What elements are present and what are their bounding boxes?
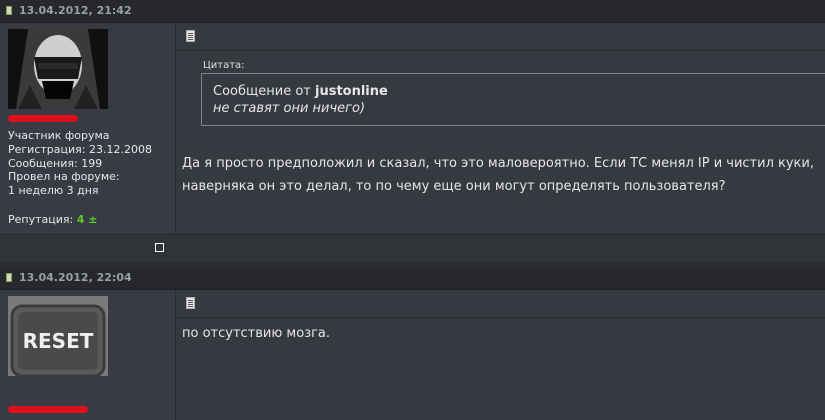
post-status-icon [6, 6, 12, 15]
post-header: 13.04.2012, 22:04 [0, 267, 825, 290]
post-header: 13.04.2012, 21:42 [0, 0, 825, 23]
user-details: Участник форума Регистрация: 23.12.2008 … [8, 129, 152, 198]
post-date: 13.04.2012, 22:04 [19, 271, 132, 284]
user-avatar[interactable]: RESET [8, 296, 108, 376]
quote-label: Цитата: [203, 60, 245, 71]
user-registration: Регистрация: 23.12.2008 [8, 142, 152, 156]
redacted-username [8, 406, 88, 413]
user-role: Участник форума [8, 129, 110, 142]
select-post-checkbox[interactable] [155, 243, 164, 252]
reputation-value[interactable]: 4 ± [77, 213, 98, 226]
avatar-text: RESET [23, 329, 94, 353]
post-text-line: Да я просто предположил и сказал, что эт… [182, 156, 814, 171]
post-icon [186, 297, 195, 309]
quote-author[interactable]: justonline [315, 84, 388, 99]
post-text-line: по отсутствию мозга. [182, 326, 331, 341]
post-divider [176, 50, 825, 51]
avatar-image: RESET [8, 296, 108, 376]
reputation-label: Репутация: [8, 213, 74, 226]
post-body: Да я просто предположил и сказал, что эт… [182, 152, 825, 198]
avatar-image [8, 29, 108, 109]
post-text-line: наверняка он это делал, то по чему еще о… [182, 179, 726, 194]
quote-author-prefix: Сообщение от [213, 84, 311, 99]
post-status-icon [6, 273, 12, 282]
user-info-panel: RESET [0, 290, 176, 420]
user-reputation: Репутация: 4 ± [8, 213, 97, 227]
quote-author-line: Сообщение от justonline [213, 84, 388, 99]
user-online-label: Провел на форуме: [8, 170, 120, 184]
post-body: по отсутствию мозга. [182, 322, 825, 345]
post-content [176, 23, 825, 234]
quote-text: не ставят они ничего) [213, 101, 366, 116]
user-messages: Сообщения: 199 [8, 156, 103, 170]
post-content [176, 290, 825, 420]
user-online-value: 1 неделю 3 дня [8, 184, 99, 198]
post-footer [0, 234, 825, 263]
redacted-username [8, 115, 78, 122]
post-divider [176, 317, 825, 318]
user-info-panel: Участник форума Регистрация: 23.12.2008 … [0, 23, 176, 234]
post-icon [186, 30, 195, 42]
quote-box: Сообщение от justonline не ставят они ни… [201, 73, 825, 126]
post-date: 13.04.2012, 21:42 [19, 4, 132, 17]
user-avatar[interactable] [8, 29, 108, 109]
